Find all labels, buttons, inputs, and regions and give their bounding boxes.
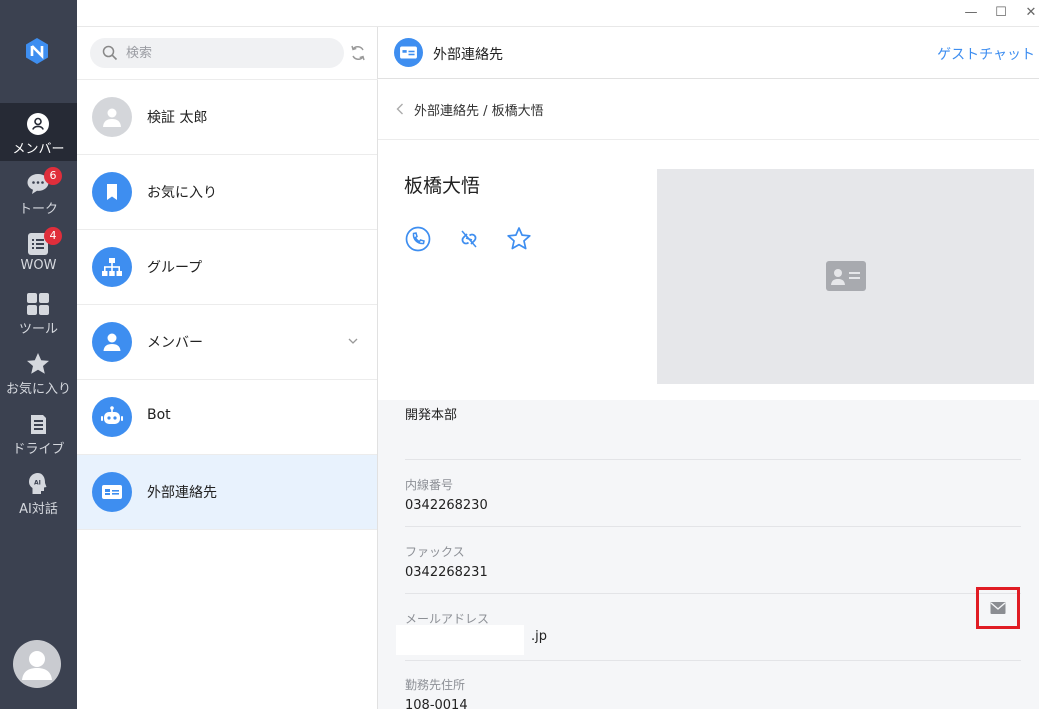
rail-item-favorites[interactable]: お気に入り [0, 343, 77, 401]
avatar [92, 322, 132, 362]
star-icon[interactable] [505, 225, 533, 253]
avatar [92, 172, 132, 212]
breadcrumb: 外部連絡先 / 板橋大悟 [378, 80, 1039, 140]
rail-item-drive[interactable]: ドライブ [0, 403, 77, 461]
email-value[interactable]: .jp [531, 629, 547, 644]
list-item-group[interactable]: グループ [77, 230, 377, 305]
minimize-button[interactable]: — [962, 4, 980, 22]
link-icon[interactable] [455, 225, 483, 253]
contact-photo [657, 169, 1034, 384]
svg-text:AI: AI [34, 480, 41, 487]
star-icon [27, 353, 49, 374]
avatar [92, 397, 132, 437]
avatar [92, 97, 132, 137]
app-logo-icon [26, 38, 48, 64]
close-button[interactable]: ✕ [1022, 4, 1039, 22]
drive-icon [31, 415, 46, 434]
avatar [92, 247, 132, 287]
list-item-label: 検証 太郎 [147, 110, 208, 126]
list-item-bot[interactable]: Bot [77, 380, 377, 455]
left-rail: メンバー 6 トーク 4 WOW ツール お気に入り ドライブ AI AI対話 [0, 0, 84, 709]
list-item-favorites[interactable]: お気に入り [77, 155, 377, 230]
contact-card-icon [400, 46, 417, 59]
call-icon[interactable] [404, 225, 432, 253]
page-title: 外部連絡先 [433, 47, 503, 63]
contact-card-icon [826, 261, 866, 291]
rail-item-wow[interactable]: 4 WOW [0, 223, 77, 281]
wow-unread-badge: 4 [44, 227, 62, 245]
rail-item-label: メンバー [12, 142, 65, 157]
avatar [92, 472, 132, 512]
list-item-label: Bot [147, 407, 171, 423]
refresh-icon[interactable] [349, 44, 367, 62]
contact-detail-pane: 外部連絡先 ゲストチャット 外部連絡先 / 板橋大悟 板橋大悟 開発本部 内線番… [378, 27, 1039, 709]
ai-icon: AI [29, 473, 47, 494]
breadcrumb-text[interactable]: 外部連絡先 / 板橋大悟 [414, 100, 544, 119]
window-titlebar: — ☐ ✕ [77, 0, 1039, 27]
department-row: 開発本部 [405, 400, 1021, 460]
field-label: 内線番号 [405, 478, 454, 492]
rail-item-label: トーク [18, 202, 58, 217]
bookmark-icon [107, 184, 117, 200]
list-item-label: 外部連絡先 [147, 485, 217, 501]
rail-item-label: ツール [18, 322, 58, 337]
search-icon [102, 45, 118, 61]
rail-item-label: WOW [20, 258, 57, 273]
tool-icon [27, 293, 49, 315]
extension-value: 0342268230 [405, 498, 488, 513]
field-label: ファックス [405, 545, 465, 559]
profile-section: 板橋大悟 [378, 141, 1039, 400]
list-item-label: お気に入り [147, 185, 217, 201]
contact-card-icon [102, 485, 122, 499]
talk-unread-badge: 6 [44, 167, 62, 185]
address-row: 勤務先住所 108-0014 日本 [405, 662, 1021, 709]
rail-item-label: ドライブ [12, 442, 65, 457]
field-label: 勤務先住所 [405, 678, 466, 692]
postal-code-value: 108-0014 [405, 698, 468, 709]
robot-icon [101, 406, 123, 424]
maximize-button[interactable]: ☐ [992, 4, 1010, 22]
extension-row: 内線番号 0342268230 [405, 461, 1021, 527]
header-avatar [394, 38, 423, 67]
department-value: 開発本部 [405, 408, 458, 423]
rail-item-label: お気に入り [5, 382, 71, 397]
rail-item-tool[interactable]: ツール [0, 283, 77, 341]
mail-icon [990, 602, 1006, 614]
rail-item-label: AI対話 [19, 502, 58, 517]
fax-row: ファックス 0342268231 [405, 528, 1021, 594]
search-box [90, 38, 344, 68]
rail-item-ai-chat[interactable]: AI AI対話 [0, 463, 77, 521]
list-item-external-contacts[interactable]: 外部連絡先 [77, 455, 377, 530]
my-avatar[interactable] [13, 640, 61, 688]
list-item-my-profile[interactable]: 検証 太郎 [77, 80, 377, 155]
rail-item-talk[interactable]: 6 トーク [0, 163, 77, 221]
chevron-left-icon[interactable] [395, 102, 405, 116]
detail-header: 外部連絡先 ゲストチャット [378, 27, 1039, 79]
rail-item-member[interactable]: メンバー [0, 103, 77, 161]
search-input[interactable] [126, 43, 326, 63]
member-icon [27, 113, 49, 135]
category-list-pane: 検証 太郎 お気に入り グループ [77, 27, 378, 709]
list-item-label: グループ [147, 260, 203, 276]
person-icon [103, 333, 121, 351]
list-item-label: メンバー [147, 335, 203, 351]
org-chart-icon [102, 258, 122, 276]
user-icon [103, 108, 121, 127]
chevron-down-icon[interactable] [347, 335, 359, 347]
guest-chat-link[interactable]: ゲストチャット [937, 44, 1035, 64]
send-mail-button[interactable] [976, 587, 1020, 629]
email-row: メールアドレス .jp [396, 595, 1021, 661]
user-icon [22, 651, 52, 680]
fax-value: 0342268231 [405, 565, 488, 580]
list-item-member[interactable]: メンバー [77, 305, 377, 380]
contact-name: 板橋大悟 [404, 175, 481, 197]
contact-details: 開発本部 内線番号 0342268230 ファックス 0342268231 メー… [378, 400, 1039, 709]
redacted-area [396, 625, 524, 655]
